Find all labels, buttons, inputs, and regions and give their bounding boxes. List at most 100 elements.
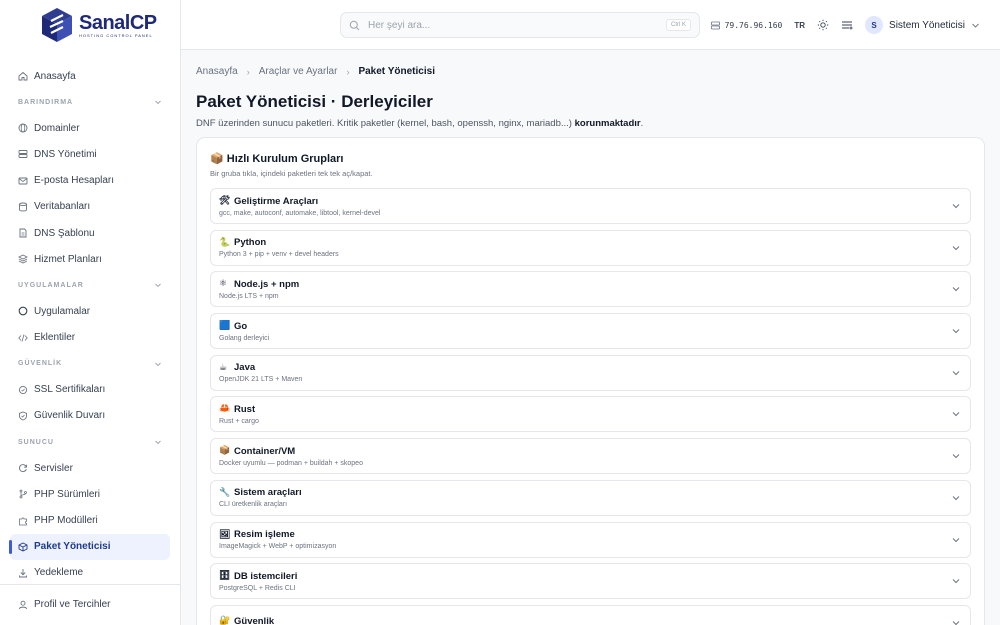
- breadcrumb-tools[interactable]: Araçlar ve Ayarlar: [259, 66, 338, 77]
- group-name: 🔐 Güvenlik: [219, 616, 274, 625]
- globe-icon: [18, 123, 28, 133]
- shield-icon: [18, 411, 28, 421]
- package-group-row[interactable]: 🔧 Sistem araçları CLI üretkenlik araçları: [210, 479, 971, 516]
- sidebar-item-dns[interactable]: DNS Yönetimi: [0, 141, 180, 167]
- group-text: 🦀 Rust Rust + cargo: [219, 404, 259, 425]
- breadcrumb: Anasayfa › Araçlar ve Ayarlar › Paket Yö…: [196, 66, 986, 77]
- group-emoji-icon: ⚛: [219, 279, 228, 290]
- package-group-row[interactable]: 🔐 Güvenlik: [210, 604, 971, 625]
- card-title: 📦 Hızlı Kurulum Grupları: [210, 153, 344, 165]
- layers-icon: [18, 254, 28, 264]
- sidebar-item-backup[interactable]: Yedekleme: [0, 560, 180, 586]
- brand-logo[interactable]: SanalCP HOSTING CONTROL PANEL: [0, 0, 180, 50]
- section-title: GÜVENLİK: [18, 360, 63, 368]
- git-branch-icon: [18, 489, 28, 499]
- chevron-down-icon: [952, 370, 960, 375]
- quick-install-groups-card: 📦 Hızlı Kurulum Grupları Bir gruba tıkla…: [196, 137, 985, 625]
- user-menu[interactable]: S Sistem Yöneticisi: [865, 16, 980, 34]
- user-name: Sistem Yöneticisi: [889, 19, 965, 31]
- sidebar-item-email[interactable]: E-posta Hesapları: [0, 168, 180, 194]
- page-description-text: DNF üzerinden sunucu paketleri. Kritik p…: [196, 118, 575, 129]
- group-name: 📦 Container/VM: [219, 446, 363, 457]
- group-description: PostgreSQL + Redis CLI: [219, 584, 296, 592]
- sidebar-item-dns-template[interactable]: DNS Şablonu: [0, 220, 180, 246]
- sidebar-section-server[interactable]: SUNUCU: [0, 429, 180, 455]
- sidebar-item-home[interactable]: Anasayfa: [0, 63, 180, 89]
- sidebar-item-applications[interactable]: Uygulamalar: [0, 298, 180, 324]
- group-description: CLI üretkenlik araçları: [219, 501, 288, 509]
- section-title: SUNUCU: [18, 438, 54, 446]
- sidebar-section-hosting[interactable]: BARINDIRMA: [0, 89, 180, 115]
- sidebar-item-profile[interactable]: Profil ve Tercihler: [0, 592, 180, 618]
- group-name: 🛠 Geliştirme Araçları: [219, 196, 380, 207]
- server-icon: [710, 21, 720, 29]
- package-group-row[interactable]: 🛠 Geliştirme Araçları gcc, make, autoconf,…: [210, 188, 971, 224]
- group-title: Java: [234, 362, 256, 374]
- group-text: 🟦 Go Golang derleyici: [219, 321, 269, 342]
- group-name: 🗄 DB istemcileri: [219, 571, 297, 582]
- group-name: 🟦 Go: [219, 321, 269, 332]
- package-group-row[interactable]: 🦀 Rust Rust + cargo: [210, 396, 971, 433]
- group-text: ☕ Java OpenJDK 21 LTS + Maven: [219, 362, 302, 383]
- package-group-row[interactable]: ⚛ Node.js + npm Node.js LTS + npm: [210, 271, 971, 308]
- sidebar-item-firewall[interactable]: Güvenlik Duvarı: [0, 403, 180, 429]
- main-content: Anasayfa › Araçlar ve Ayarlar › Paket Yö…: [196, 50, 986, 625]
- menu-list-icon[interactable]: [841, 19, 853, 31]
- group-text: 🔧 Sistem araçları CLI üretkenlik araçları: [219, 487, 302, 508]
- package-group-row[interactable]: 🖼 Resim işleme ImageMagick + WebP + optimi…: [210, 521, 971, 558]
- sidebar-item-domains[interactable]: Domainler: [0, 115, 180, 141]
- group-description: Docker uyumlu — podman + buildah + skope…: [219, 459, 363, 467]
- sidebar-item-php-versions[interactable]: PHP Sürümleri: [0, 481, 180, 507]
- group-title: Güvenlik: [234, 615, 275, 625]
- group-name: 🦀 Rust: [219, 404, 259, 415]
- group-emoji-icon: ☕: [219, 362, 228, 373]
- chevron-down-icon: [952, 204, 960, 209]
- group-description: OpenJDK 21 LTS + Maven: [219, 376, 303, 384]
- package-group-row[interactable]: 🗄 DB istemcileri PostgreSQL + Redis CLI: [210, 563, 971, 600]
- chevron-down-icon: [155, 100, 161, 105]
- sidebar-item-extensions[interactable]: Eklentiler: [0, 325, 180, 351]
- group-title: Container/VM: [234, 445, 296, 457]
- chevron-down-icon: [952, 537, 960, 542]
- chevron-down-icon: [952, 245, 960, 250]
- brand-name: SanalCP: [79, 11, 157, 34]
- group-text: 🖼 Resim işleme ImageMagick + WebP + optimi…: [219, 529, 336, 550]
- cube-logo-icon: [42, 8, 72, 42]
- sidebar-section-security[interactable]: GÜVENLİK: [0, 351, 180, 377]
- sidebar-item-databases[interactable]: Veritabanları: [0, 194, 180, 220]
- sidebar-item-label: Eklentiler: [34, 332, 76, 344]
- group-text: 🗄 DB istemcileri PostgreSQL + Redis CLI: [219, 571, 297, 592]
- sidebar-item-service-plans[interactable]: Hizmet Planları: [0, 246, 180, 272]
- breadcrumb-home[interactable]: Anasayfa: [196, 66, 238, 77]
- sidebar-item-php-modules[interactable]: PHP Modülleri: [0, 507, 180, 533]
- group-name: ⚛ Node.js + npm: [219, 279, 299, 290]
- package-group-row[interactable]: 🟦 Go Golang derleyici: [210, 313, 971, 350]
- group-emoji-icon: 🦀: [219, 404, 231, 415]
- card-subtitle: Bir gruba tıkla, içindeki paketleri tek …: [210, 169, 373, 178]
- package-group-row[interactable]: 📦 Container/VM Docker uyumlu — podman + bu…: [210, 438, 971, 475]
- sidebar-item-ssl[interactable]: SSL Sertifikaları: [0, 377, 180, 403]
- chevron-right-icon: ›: [246, 66, 250, 77]
- language-switcher[interactable]: TR: [794, 21, 805, 30]
- group-name: 🐍 Python: [219, 237, 339, 248]
- sidebar-section-apps[interactable]: UYGULAMALAR: [0, 272, 180, 298]
- search-input[interactable]: [368, 19, 658, 31]
- group-description: Golang derleyici: [219, 334, 270, 342]
- package-group-row[interactable]: ☕ Java OpenJDK 21 LTS + Maven: [210, 354, 971, 391]
- sidebar-item-package-manager[interactable]: Paket Yöneticisi: [9, 533, 170, 560]
- sidebar-item-services[interactable]: Servisler: [0, 455, 180, 481]
- puzzle-icon: [18, 516, 28, 526]
- database-icon: [18, 202, 28, 212]
- group-text: 🛠 Geliştirme Araçları gcc, make, autoconf,…: [219, 196, 380, 217]
- theme-toggle-sun-icon[interactable]: [817, 19, 829, 31]
- top-header: Ctrl K 79.76.96.160 TR S Sistem Yönetici…: [181, 0, 1000, 50]
- sidebar-item-label: Hizmet Planları: [34, 253, 102, 265]
- package-group-row[interactable]: 🐍 Python Python 3 + pip + venv + devel hea…: [210, 229, 971, 266]
- page-description: DNF üzerinden sunucu paketleri. Kritik p…: [196, 118, 986, 129]
- group-emoji-icon: 📦: [219, 446, 231, 457]
- group-title: Python: [234, 237, 267, 249]
- group-emoji-icon: 🛠: [219, 196, 231, 206]
- chevron-down-icon: [972, 23, 979, 28]
- server-ip-text: 79.76.96.160: [724, 20, 783, 30]
- search-box[interactable]: Ctrl K: [340, 12, 700, 38]
